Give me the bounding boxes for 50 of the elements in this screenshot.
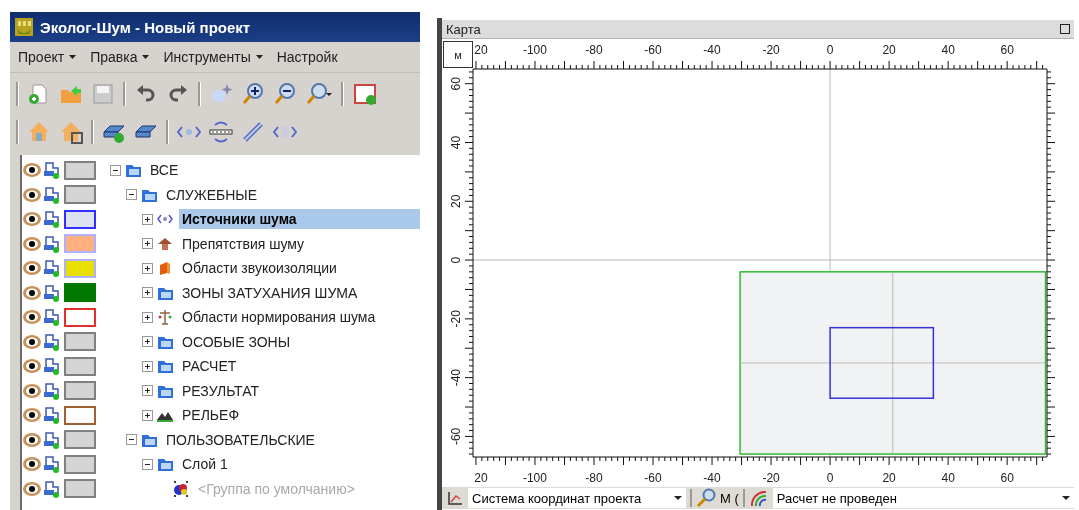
ruler-label: 20 — [882, 471, 896, 485]
tree-item[interactable]: СЛУЖЕБНЫЕ — [163, 184, 420, 205]
tree-item[interactable]: Источники шума — [179, 209, 420, 230]
ruler-label: -60 — [449, 427, 463, 446]
menu-item[interactable]: Проект — [16, 49, 79, 65]
ruler-label: 20 — [882, 43, 896, 57]
menu-item[interactable]: Настройк — [274, 49, 340, 65]
tree-item[interactable]: ОСОБЫЕ ЗОНЫ — [179, 331, 420, 352]
ruler-label: 60 — [1000, 43, 1014, 57]
ruler-label: 0 — [826, 43, 834, 57]
unit-box: м — [443, 41, 473, 68]
ruler-label: -60 — [644, 43, 662, 57]
tree-item[interactable]: ВСЕ — [147, 160, 420, 181]
tree-item[interactable]: ЗОНЫ ЗАТУХАНИЯ ШУМА — [179, 282, 420, 303]
tree-item[interactable]: РАСЧЕТ — [179, 356, 420, 377]
ruler-label: -100 — [522, 471, 547, 485]
ruler-label: 20 — [474, 471, 488, 485]
ruler-label: -20 — [762, 471, 780, 485]
ruler-label: 40 — [941, 43, 955, 57]
ruler-label: 40 — [449, 135, 463, 150]
ruler-label: -80 — [585, 471, 603, 485]
window-title: Эколог-Шум - Новый проект — [40, 18, 251, 36]
ruler-label: 60 — [1000, 471, 1014, 485]
status-dropdown[interactable]: Расчет не проведен — [772, 488, 1074, 508]
ruler-label: -40 — [703, 43, 721, 57]
ruler-label: -40 — [449, 368, 463, 387]
tree-item[interactable]: Слой 1 — [179, 454, 420, 475]
tree-item[interactable]: ПОЛЬЗОВАТЕЛЬСКИЕ — [163, 429, 420, 450]
ruler-label: 20 — [449, 194, 463, 208]
ruler-label: 40 — [941, 471, 955, 485]
tree-item[interactable]: Области звукоизоляции — [179, 258, 420, 279]
tree-item[interactable]: РЕЛЬЕФ — [179, 405, 420, 426]
tree-item[interactable]: РЕЗУЛЬТАТ — [179, 380, 420, 401]
ruler-label: 20 — [474, 43, 488, 57]
menu-item[interactable]: Инструменты — [161, 49, 265, 65]
tree-item[interactable]: Области нормирования шума — [179, 307, 420, 328]
ruler-label: -80 — [585, 43, 603, 57]
ruler-label: -100 — [522, 43, 547, 57]
ruler-label: -20 — [449, 310, 463, 328]
ruler-label: -20 — [762, 43, 780, 57]
panel-title: Карта — [446, 21, 481, 37]
ruler-label: -60 — [644, 471, 662, 485]
ruler-label: -40 — [703, 471, 721, 485]
menu-item[interactable]: Правка — [88, 49, 152, 65]
ruler-label: 0 — [449, 256, 463, 264]
ruler-label: 0 — [826, 471, 834, 485]
ruler-label: 60 — [449, 77, 463, 91]
coordinate-dropdown[interactable]: Система координат проекта — [468, 488, 686, 508]
tree-item[interactable]: Препятствия шуму — [179, 233, 420, 254]
scale-text: М ( — [720, 490, 739, 506]
